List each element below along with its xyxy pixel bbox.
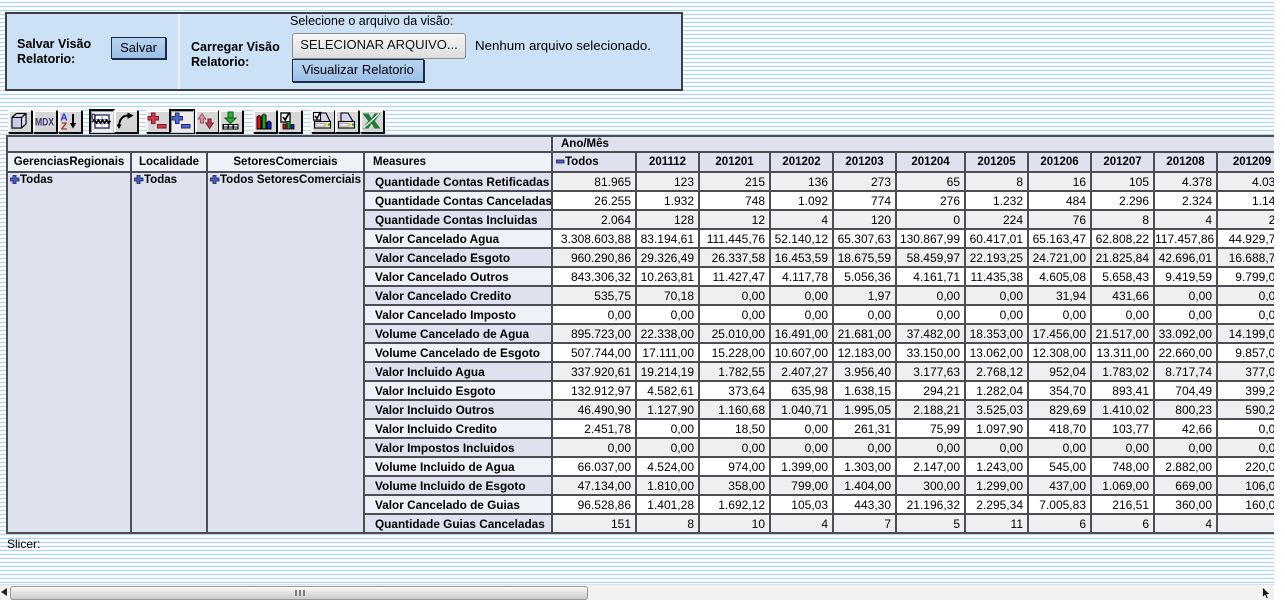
svg-text:Z: Z <box>61 122 67 132</box>
svg-text:0: 0 <box>91 112 96 122</box>
svg-text:MDX: MDX <box>35 117 55 129</box>
